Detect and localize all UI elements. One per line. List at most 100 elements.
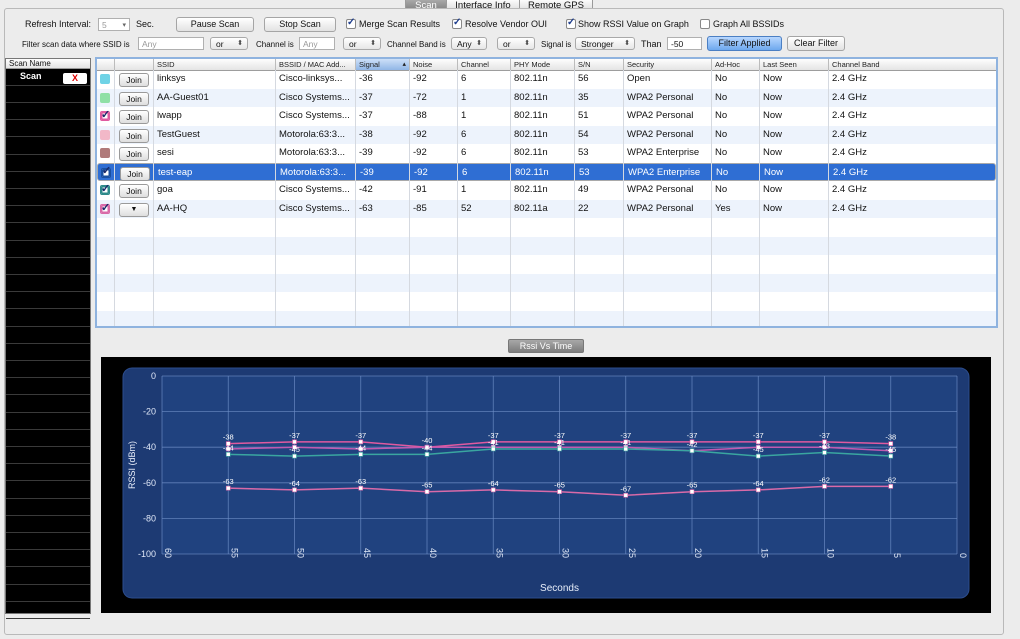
column-header[interactable]: PHY Mode bbox=[511, 59, 575, 70]
scan-list-empty-row bbox=[6, 602, 90, 619]
empty-table-row bbox=[97, 292, 996, 311]
table-row[interactable]: ✓ Join test-eap Motorola:63:3... -39 -92 6 802.… bbox=[97, 162, 996, 181]
column-header[interactable]: Signal ▴ bbox=[356, 59, 410, 70]
column-header[interactable]: Security bbox=[624, 59, 712, 70]
channel-band-select[interactable]: Any ⬍ bbox=[451, 37, 487, 50]
join-dropdown-button[interactable]: ▼ bbox=[119, 202, 149, 217]
join-button[interactable]: Join bbox=[119, 147, 149, 161]
ssid-filter-input[interactable]: Any bbox=[138, 37, 204, 50]
table-row[interactable]: ✓ Join lwapp Cisco Systems... -37 -88 1 802.11n… bbox=[97, 107, 996, 126]
scan-name: Scan bbox=[20, 71, 42, 81]
resolve-oui-checkbox[interactable]: ✓ bbox=[452, 17, 462, 29]
column-header[interactable]: Ad-Hoc bbox=[712, 59, 760, 70]
graph-color-checkbox[interactable]: ✓ bbox=[101, 165, 111, 178]
join-button[interactable]: Join bbox=[119, 73, 149, 87]
graph-color-checkbox[interactable]: ✓ bbox=[100, 183, 110, 195]
clear-filter-button[interactable]: Clear Filter bbox=[787, 36, 845, 51]
cell-sn: 35 bbox=[578, 91, 589, 103]
column-header[interactable] bbox=[115, 59, 154, 70]
refresh-interval-label: Refresh Interval: bbox=[25, 19, 92, 29]
graph-tab-rssi-vs-time[interactable]: Rssi Vs Time bbox=[508, 339, 584, 353]
data-label: -65 bbox=[554, 481, 565, 490]
column-header[interactable]: BSSID / MAC Add... bbox=[276, 59, 356, 70]
signal-comparison-select[interactable]: Stronger ⬍ bbox=[575, 37, 635, 50]
table-row[interactable]: Join sesi Motorola:63:3... -39 -92 6 802.11n 53… bbox=[97, 144, 996, 163]
table-row[interactable]: ✓ ▼ AA-HQ Cisco Systems... -63 -85 52 802.11a 22… bbox=[97, 199, 996, 218]
graph-color-checkbox[interactable] bbox=[100, 129, 110, 140]
cell-channel: 6 bbox=[462, 166, 468, 178]
column-divider bbox=[759, 70, 760, 326]
cell-channel: 6 bbox=[461, 73, 467, 84]
refresh-interval-input[interactable]: 5 ▾ bbox=[98, 18, 130, 31]
band-operator-select[interactable]: or ⬍ bbox=[497, 37, 535, 50]
cell-noise: -92 bbox=[413, 73, 427, 84]
filter-applied-button[interactable]: Filter Applied bbox=[707, 36, 782, 51]
column-header[interactable]: Noise bbox=[410, 59, 458, 70]
table-row[interactable]: Join TestGuest Motorola:63:3... -38 -92 6 802.… bbox=[97, 125, 996, 144]
cell-bssid: Cisco Systems... bbox=[279, 91, 350, 103]
graph-color-checkbox[interactable]: ✓ bbox=[100, 202, 110, 214]
y-tick-label: -40 bbox=[143, 442, 156, 452]
column-header[interactable]: S/N bbox=[575, 59, 624, 70]
channel-filter-input[interactable]: Any bbox=[299, 37, 335, 50]
scan-list-empty-row bbox=[6, 533, 90, 551]
show-rssi-checkbox[interactable]: ✓ bbox=[566, 17, 576, 29]
cell-last-seen: Now bbox=[764, 166, 784, 178]
ssid-operator-select[interactable]: or ⬍ bbox=[210, 37, 248, 50]
cell-ssid: goa bbox=[157, 184, 173, 195]
scan-list-panel: Scan Name Scan X bbox=[5, 58, 91, 619]
graph-color-checkbox[interactable] bbox=[100, 148, 110, 158]
join-button[interactable]: Join bbox=[119, 110, 149, 124]
data-label: -37 bbox=[753, 431, 764, 440]
column-header[interactable]: Last Seen bbox=[760, 59, 829, 70]
y-tick-label: -80 bbox=[143, 513, 156, 523]
table-row[interactable]: ✓ Join goa Cisco Systems... -42 -91 1 802.11n 49… bbox=[97, 181, 996, 200]
data-point bbox=[623, 446, 629, 452]
graph-color-checkbox[interactable]: ✓ bbox=[100, 109, 110, 121]
stepper-icon[interactable]: ▾ bbox=[122, 19, 126, 32]
scan-list-empty-row bbox=[6, 464, 90, 482]
join-button[interactable]: Join bbox=[119, 128, 149, 143]
empty-table-row bbox=[97, 236, 996, 255]
data-label: -64 bbox=[488, 479, 499, 488]
merge-scan-checkbox[interactable]: ✓ bbox=[346, 17, 356, 29]
column-header[interactable]: Channel Band bbox=[829, 59, 996, 70]
x-tick-label: 60 bbox=[163, 548, 173, 558]
cell-channel: 1 bbox=[461, 91, 467, 103]
table-row[interactable]: Join AA-Guest01 Cisco Systems... -37 -72 1 802… bbox=[97, 88, 996, 107]
join-button[interactable]: Join bbox=[119, 184, 149, 198]
scan-list-empty-row bbox=[6, 103, 90, 121]
cell-last-seen: Now bbox=[763, 128, 783, 140]
graph-color-checkbox[interactable] bbox=[100, 74, 110, 84]
column-header[interactable] bbox=[97, 59, 115, 70]
channel-operator-select[interactable]: or ⬍ bbox=[343, 37, 381, 50]
close-icon[interactable]: X bbox=[63, 73, 87, 84]
graph-color-checkbox[interactable] bbox=[100, 92, 110, 103]
stop-scan-button[interactable]: Stop Scan bbox=[264, 17, 336, 32]
y-tick-label: -60 bbox=[143, 478, 156, 488]
scan-list-empty-row bbox=[6, 447, 90, 465]
column-header[interactable]: Channel bbox=[458, 59, 511, 70]
x-tick-label: 55 bbox=[229, 548, 239, 558]
channel-label: Channel is bbox=[256, 40, 294, 49]
chevron-down-icon: ⬍ bbox=[624, 40, 630, 47]
table-row[interactable]: Join linksys Cisco-linksys... -36 -92 6 802.11… bbox=[97, 70, 996, 89]
cell-security: WPA2 Personal bbox=[627, 128, 694, 140]
data-point bbox=[424, 452, 430, 457]
cell-last-seen: Now bbox=[763, 202, 783, 214]
scan-list-empty-row bbox=[6, 172, 90, 189]
join-button[interactable]: Join bbox=[119, 91, 149, 106]
pause-scan-button[interactable]: Pause Scan bbox=[176, 17, 254, 32]
networks-table: SSID BSSID / MAC Add... Signal ▴ Noise Channe… bbox=[95, 57, 998, 328]
scan-list-item[interactable]: Scan X bbox=[6, 70, 90, 86]
cell-last-seen: Now bbox=[763, 73, 783, 84]
cell-last-seen: Now bbox=[763, 91, 783, 103]
join-button[interactable]: Join bbox=[120, 166, 150, 181]
cell-channel: 52 bbox=[461, 202, 472, 214]
cell-ssid: linksys bbox=[157, 73, 186, 84]
scan-list-empty-row bbox=[6, 310, 90, 327]
scan-list-empty-row bbox=[6, 378, 90, 396]
signal-threshold-input[interactable]: -50 bbox=[667, 37, 702, 50]
column-header[interactable]: SSID bbox=[154, 59, 276, 70]
graph-all-bssids-checkbox[interactable] bbox=[700, 19, 710, 29]
